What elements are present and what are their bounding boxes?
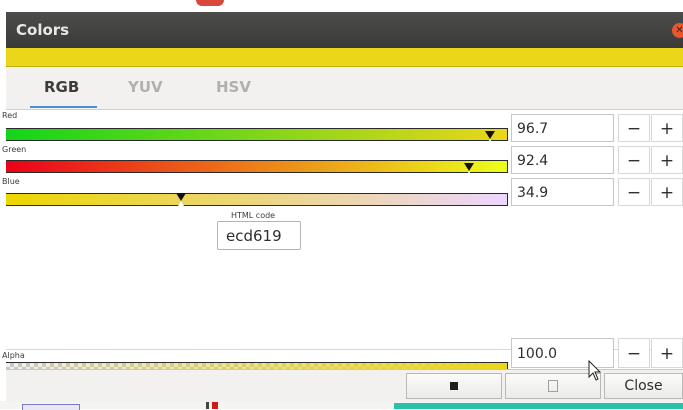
close-button[interactable]: Close [604,373,683,399]
alpha-increment-button[interactable]: + [651,338,683,368]
red-label: Red [2,111,18,120]
background-element [212,401,218,409]
background-element [394,403,683,409]
green-label: Green [2,145,27,154]
red-decrement-button[interactable]: − [618,114,650,142]
tab-rgb[interactable]: RGB [44,78,79,96]
blue-value-input[interactable]: 34.9 [511,178,614,206]
slider-panel: Red 96.7 − + Green 92.4 − + Blue 34.9 − … [2,109,683,350]
tab-bar: RGB YUV HSV [6,72,683,109]
stop-icon [450,382,458,390]
window-title: Colors [16,21,70,39]
red-slider-handle[interactable] [485,131,495,144]
blue-slider-handle[interactable] [176,193,186,206]
copy-icon [548,380,558,392]
pick-screen-color-button[interactable] [406,373,502,399]
colors-dialog: Colors ✕ RGB YUV HSV Red 96.7 − + Green … [2,12,683,402]
alpha-decrement-button[interactable]: − [618,338,650,368]
close-icon[interactable]: ✕ [672,23,683,38]
background-decoration [196,0,224,6]
mouse-cursor-icon [588,360,602,381]
active-tab-indicator [30,106,97,108]
blue-decrement-button[interactable]: − [618,178,650,206]
background-top [0,0,683,12]
red-value-input[interactable]: 96.7 [511,114,614,142]
background-element [22,404,80,410]
title-bar[interactable]: Colors ✕ [6,12,683,48]
green-slider-handle[interactable] [464,163,474,176]
html-code-input[interactable]: ecd619 [217,221,301,250]
blue-label: Blue [2,177,20,186]
blue-slider[interactable] [6,193,508,206]
tab-hsv[interactable]: HSV [216,78,251,96]
background-bottom [0,401,683,410]
copy-button[interactable] [505,373,601,399]
background-element [206,401,209,409]
green-increment-button[interactable]: + [651,146,683,174]
green-decrement-button[interactable]: − [618,146,650,174]
color-preview [6,48,683,67]
red-slider[interactable] [6,128,508,144]
red-increment-button[interactable]: + [651,114,683,142]
green-value-input[interactable]: 92.4 [511,146,614,174]
html-code-label: HTML code [231,211,276,220]
blue-increment-button[interactable]: + [651,178,683,206]
tab-yuv[interactable]: YUV [128,78,163,96]
alpha-label: Alpha [2,351,25,360]
dialog-footer: Close [6,369,683,402]
green-slider[interactable] [6,160,508,176]
